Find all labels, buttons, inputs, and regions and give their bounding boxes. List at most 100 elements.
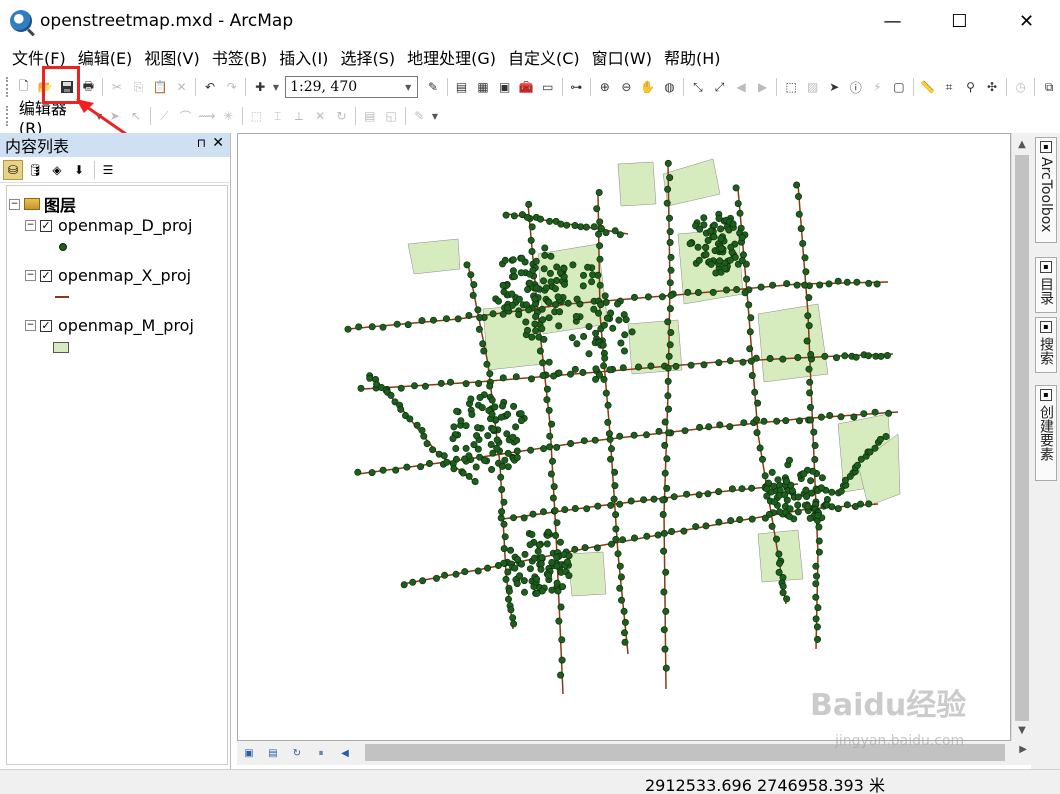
- back-arrow-icon[interactable]: ◀: [731, 77, 751, 97]
- find-route-icon[interactable]: ⚲: [961, 77, 981, 97]
- identify-icon[interactable]: ⓘ: [846, 77, 866, 97]
- data-view-icon[interactable]: ▣: [239, 744, 259, 762]
- go-to-xy-icon[interactable]: ✣: [982, 77, 1002, 97]
- pause-drawing-icon[interactable]: ⏸: [311, 744, 331, 762]
- layer-visibility-checkbox[interactable]: ✓: [40, 319, 52, 332]
- line-symbol-icon[interactable]: [55, 296, 69, 298]
- scroll-right-icon[interactable]: ▶: [1019, 744, 1027, 755]
- pan-hand-icon[interactable]: ✋: [638, 77, 658, 97]
- delete-icon[interactable]: ✕: [172, 77, 192, 97]
- html-popup-icon[interactable]: ▢: [889, 77, 909, 97]
- zoom-in-icon[interactable]: ⊕: [595, 77, 615, 97]
- layer-symbol-point[interactable]: [59, 243, 67, 251]
- map-view[interactable]: [237, 133, 1011, 741]
- refresh-icon[interactable]: ↻: [287, 744, 307, 762]
- pin-icon[interactable]: ⊓: [197, 136, 206, 150]
- vertical-scrollbar[interactable]: ▲ ▼: [1011, 133, 1031, 741]
- close-icon[interactable]: ✕: [212, 135, 224, 151]
- fixed-zoom-in-icon[interactable]: ⤡: [688, 77, 708, 97]
- layer-symbol-polygon[interactable]: [53, 342, 69, 353]
- close-button[interactable]: ✕: [993, 0, 1060, 42]
- collapse-icon[interactable]: −: [25, 320, 36, 331]
- chevron-down-icon[interactable]: ▼: [273, 83, 279, 92]
- scroll-thumb[interactable]: [1015, 155, 1029, 721]
- select-elements-arrow-icon[interactable]: ➤: [824, 77, 844, 97]
- end-point-arc-icon[interactable]: ⌒: [176, 106, 195, 126]
- menu-insert[interactable]: 插入(I): [273, 45, 334, 69]
- create-features-icon[interactable]: ✎: [410, 106, 429, 126]
- catalog-tab[interactable]: ▪ 目录: [1035, 257, 1057, 313]
- search-window-icon[interactable]: ▣: [495, 77, 515, 97]
- edit-vertices-icon[interactable]: ⬚: [247, 106, 266, 126]
- attributes-icon[interactable]: ▤: [360, 106, 379, 126]
- split-icon[interactable]: ✕: [311, 106, 330, 126]
- toolbar-grip[interactable]: [6, 77, 10, 97]
- rotate-icon[interactable]: ↻: [332, 106, 351, 126]
- reshape-icon[interactable]: ⌶: [268, 106, 287, 126]
- collapse-icon[interactable]: −: [9, 198, 20, 210]
- add-data-icon[interactable]: ✚: [250, 77, 270, 97]
- redo-icon[interactable]: ↷: [222, 77, 242, 97]
- layer-symbol-line[interactable]: [55, 296, 69, 298]
- options-icon[interactable]: ☰: [98, 160, 118, 180]
- menu-bookmarks[interactable]: 书签(B): [206, 45, 273, 69]
- point-symbol-icon[interactable]: [59, 243, 67, 251]
- menu-view[interactable]: 视图(V): [138, 45, 205, 69]
- menu-windows[interactable]: 窗口(W): [586, 45, 658, 69]
- clear-selection-icon[interactable]: ▨: [803, 77, 823, 97]
- fixed-zoom-out-icon[interactable]: ⤢: [710, 77, 730, 97]
- menu-help[interactable]: 帮助(H): [658, 45, 727, 69]
- zoom-out-icon[interactable]: ⊖: [617, 77, 637, 97]
- minimize-button[interactable]: —: [859, 0, 926, 42]
- layer-row-m[interactable]: − ✓ openmap_M_proj: [25, 316, 194, 335]
- toolbar-grip[interactable]: [6, 106, 10, 126]
- copy-icon[interactable]: ⎘: [129, 77, 149, 97]
- menu-customize[interactable]: 自定义(C): [502, 45, 586, 69]
- scroll-up-icon[interactable]: ▲: [1012, 135, 1032, 153]
- polygon-symbol-icon[interactable]: [53, 342, 69, 353]
- select-features-icon[interactable]: ⬚: [781, 77, 801, 97]
- trace-icon[interactable]: ⟿: [197, 106, 216, 126]
- map-scale-combo[interactable]: 1:29, 470 ▼: [285, 76, 419, 98]
- menu-geoprocessing[interactable]: 地理处理(G): [401, 45, 502, 69]
- layer-visibility-checkbox[interactable]: ✓: [40, 269, 52, 282]
- list-by-visibility-icon[interactable]: ◈: [47, 160, 67, 180]
- layer-group-row[interactable]: − 图层: [9, 192, 76, 216]
- menu-edit[interactable]: 编辑(E): [72, 45, 139, 69]
- model-builder-icon[interactable]: ⊶: [567, 77, 587, 97]
- catalog-icon[interactable]: ▦: [473, 77, 493, 97]
- cut-polygons-icon[interactable]: ⟂: [289, 106, 308, 126]
- paste-icon[interactable]: 📋: [150, 77, 170, 97]
- list-by-source-icon[interactable]: 🛢: [25, 160, 45, 180]
- layout-view-icon[interactable]: ▤: [263, 744, 283, 762]
- collapse-icon[interactable]: −: [25, 270, 36, 281]
- editor-toolbar-icon[interactable]: ✎: [423, 77, 443, 97]
- scroll-left-icon[interactable]: ◀: [335, 744, 355, 762]
- list-by-drawing-order-icon[interactable]: ⛁: [3, 159, 23, 180]
- time-slider-icon[interactable]: ◷: [1011, 77, 1031, 97]
- python-window-icon[interactable]: ▭: [538, 77, 558, 97]
- list-by-selection-icon[interactable]: ⬇: [69, 160, 89, 180]
- forward-arrow-icon[interactable]: ▶: [753, 77, 773, 97]
- cut-icon[interactable]: ✂: [107, 77, 127, 97]
- scroll-down-icon[interactable]: ▼: [1012, 721, 1032, 739]
- straight-segment-icon[interactable]: ⟋: [155, 106, 174, 126]
- menu-selection[interactable]: 选择(S): [334, 45, 401, 69]
- search-tab[interactable]: ▪ 搜索: [1035, 317, 1057, 373]
- create-viewer-window-icon[interactable]: ⧉: [1039, 77, 1059, 97]
- find-binoculars-icon[interactable]: ⌗: [939, 77, 959, 97]
- table-of-contents-icon[interactable]: ▤: [452, 77, 472, 97]
- arctoolbox-tab[interactable]: ▪ ArcToolbox: [1035, 137, 1057, 243]
- layer-row-d[interactable]: − ✓ openmap_D_proj: [25, 216, 192, 235]
- undo-icon[interactable]: ↶: [200, 77, 220, 97]
- create-features-tab[interactable]: ▪ 创建要素: [1035, 385, 1057, 481]
- hyperlink-icon[interactable]: ⚡: [868, 77, 888, 97]
- collapse-icon[interactable]: −: [25, 220, 36, 231]
- arctoolbox-icon[interactable]: 🧰: [516, 77, 536, 97]
- maximize-button[interactable]: ☐: [926, 0, 993, 42]
- point-icon[interactable]: ✳: [218, 106, 237, 126]
- map-canvas[interactable]: [238, 134, 1011, 741]
- sketch-properties-icon[interactable]: ◱: [381, 106, 400, 126]
- measure-icon[interactable]: 📏: [918, 77, 938, 97]
- full-extent-globe-icon[interactable]: ◍: [660, 77, 680, 97]
